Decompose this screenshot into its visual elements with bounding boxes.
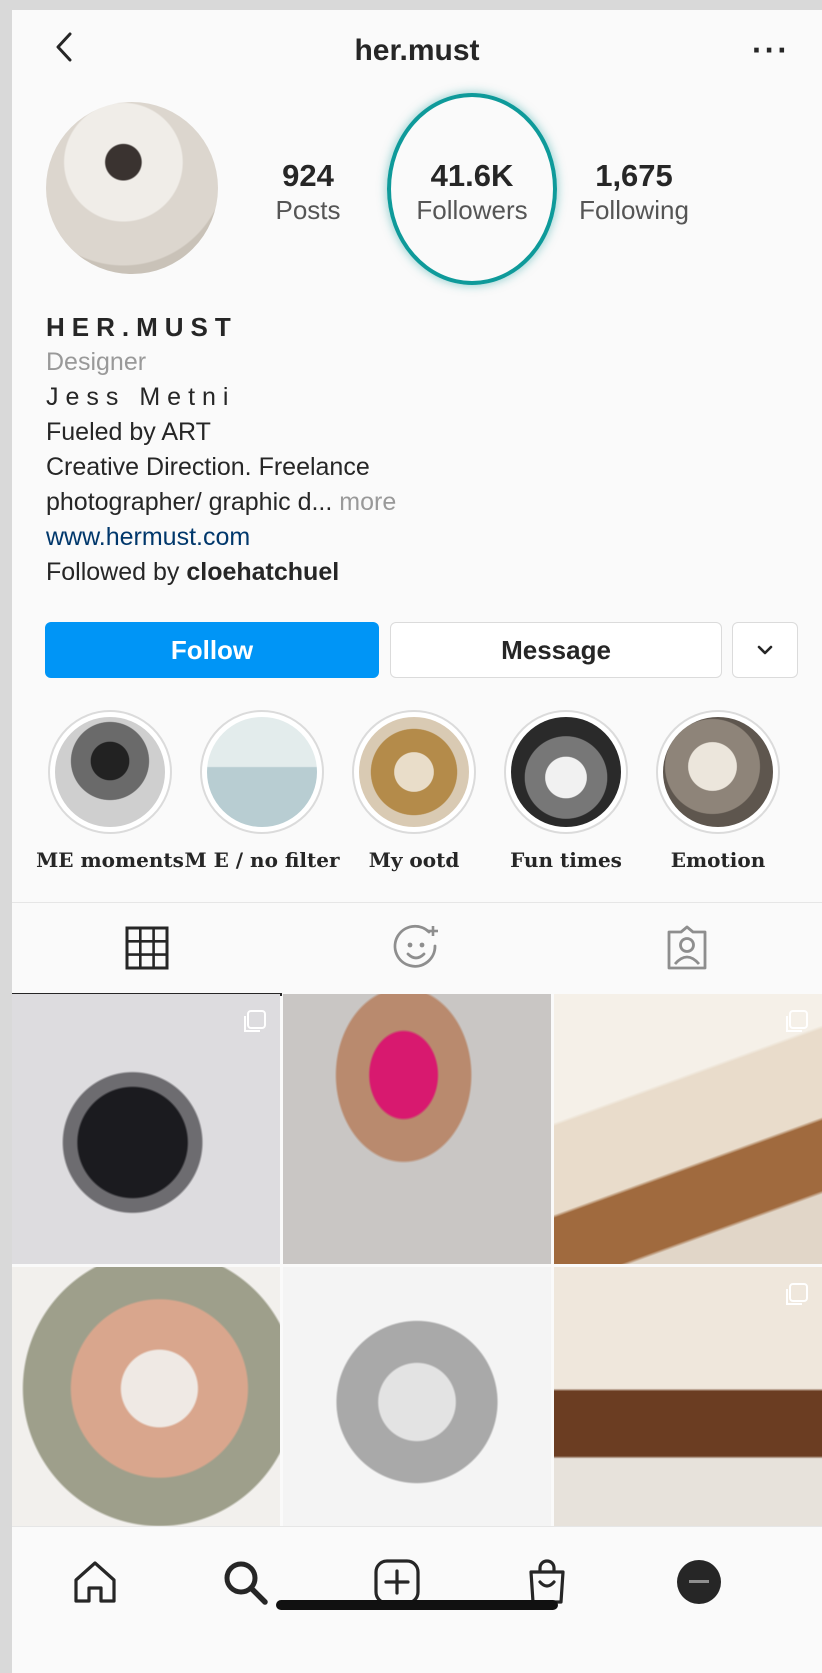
home-icon [74, 1561, 116, 1603]
multi-photo-icon [786, 1283, 808, 1305]
real-name: Jess Metni [46, 383, 236, 411]
bio-line-3-wrap: photographer/ graphic d... more [46, 485, 786, 520]
bio-more-link[interactable]: more [339, 488, 396, 516]
stat-following[interactable]: 1,675 Following [564, 158, 704, 226]
profile-screen: her.must ··· 924 Posts 41.6K Followers 1… [12, 10, 822, 1673]
bio-line-2: Creative Direction. Freelance [46, 453, 370, 481]
following-label: Following [579, 195, 689, 225]
follow-button[interactable]: Follow [45, 622, 379, 678]
highlight-label: M E / no filter [184, 848, 340, 872]
followers-highlight-circle [387, 93, 557, 285]
post-thumbnail[interactable] [12, 994, 280, 1264]
shop-bag-icon [529, 1559, 565, 1604]
post-thumbnail[interactable] [283, 994, 551, 1264]
stat-posts[interactable]: 924 Posts [238, 158, 378, 226]
add-post-icon [374, 1559, 420, 1605]
profile-username-title: her.must [354, 34, 480, 67]
multi-photo-icon [786, 1010, 808, 1032]
display-name: HER.MUST [46, 312, 238, 342]
reels-face-icon [393, 924, 438, 968]
search-icon [224, 1561, 268, 1605]
bio-line-3: photographer/ graphic d... [46, 488, 333, 516]
home-indicator[interactable] [276, 1600, 558, 1610]
highlight-my-ootd[interactable]: My ootd [334, 710, 494, 872]
following-count: 1,675 [595, 158, 673, 193]
website-link[interactable]: www.hermust.com [46, 520, 786, 555]
highlight-emotion[interactable]: Emotion [638, 710, 798, 872]
tab-posts-grid[interactable] [12, 903, 282, 996]
tab-tagged[interactable] [552, 903, 822, 993]
top-bar: her.must ··· [12, 10, 822, 90]
followed-by-prefix: Followed by [46, 558, 180, 586]
tagged-user-icon [667, 925, 707, 970]
highlight-cover [207, 717, 317, 827]
more-options-icon[interactable]: ··· [752, 32, 790, 69]
chevron-down-icon [757, 645, 773, 655]
highlight-no-filter[interactable]: M E / no filter [182, 710, 342, 872]
highlight-label: Emotion [670, 848, 766, 872]
highlight-cover [359, 717, 469, 827]
highlight-me-moments[interactable]: ME moments [30, 710, 190, 872]
nav-profile[interactable] [674, 1557, 724, 1607]
nav-home[interactable] [70, 1557, 120, 1607]
highlight-fun-times[interactable]: Fun times [486, 710, 646, 872]
followed-by[interactable]: Followed by cloehatchuel [46, 555, 786, 590]
post-thumbnail[interactable] [283, 1267, 551, 1537]
followed-by-user: cloehatchuel [186, 558, 340, 586]
highlight-label: My ootd [368, 848, 460, 872]
nav-search[interactable] [220, 1557, 270, 1607]
suggestions-dropdown-button[interactable] [732, 622, 798, 678]
multi-photo-icon [244, 1010, 266, 1032]
post-thumbnail[interactable] [554, 994, 822, 1264]
profile-tabs [12, 902, 822, 996]
bio-line-1: Fueled by ART [46, 418, 211, 446]
highlight-cover [663, 717, 773, 827]
highlight-label: ME moments [36, 848, 184, 872]
highlight-cover [55, 717, 165, 827]
message-button[interactable]: Message [390, 622, 722, 678]
highlight-cover [511, 717, 621, 827]
profile-avatar-icon [677, 1560, 721, 1604]
profile-avatar[interactable] [46, 102, 218, 274]
profile-bio: HER.MUST Designer Jess Metni Fueled by A… [46, 310, 786, 590]
category-label: Designer [46, 348, 147, 376]
highlight-label: Fun times [510, 848, 622, 872]
post-thumbnail[interactable] [12, 1267, 280, 1537]
posts-count: 924 [282, 158, 334, 193]
post-thumbnail[interactable] [554, 1267, 822, 1537]
posts-label: Posts [275, 195, 341, 225]
grid-icon [125, 926, 169, 970]
tab-reels[interactable] [282, 903, 552, 993]
